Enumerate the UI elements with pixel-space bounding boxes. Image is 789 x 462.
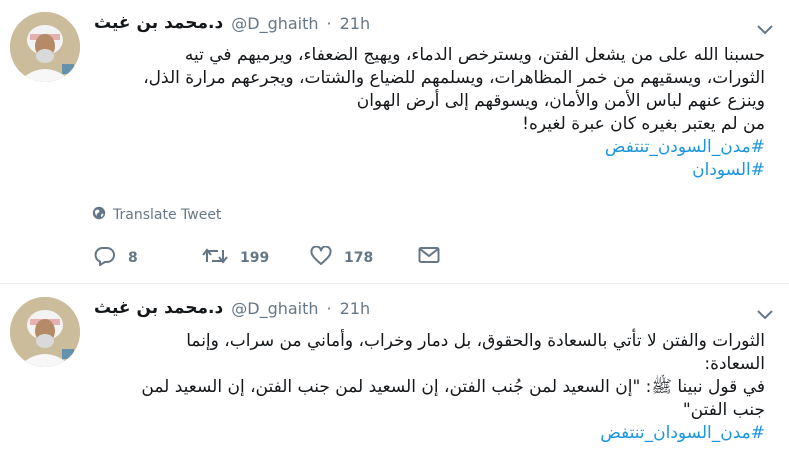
translate-tweet-link[interactable]: Translate Tweet [92, 206, 221, 224]
tweet-header: د.محمد بن غيث @D_ghaith · 21h [94, 298, 370, 318]
avatar[interactable] [10, 12, 80, 82]
tweet-text-line: من لم يعتبر بغيره كان عبرة لغيره! [522, 114, 765, 134]
tweet-text: حسبنا الله على من يشعل الفتن، ويسترخص ال… [92, 44, 765, 182]
hashtag-link[interactable]: #السودان [92, 159, 765, 182]
tweet-text-line: وينزع عنهم لباس الأمن والأمان، ويسوقهم إ… [356, 91, 765, 111]
tweet-text: الثورات والفتن لا تأتي بالسعادة والحقوق،… [92, 330, 765, 445]
avatar[interactable] [10, 297, 80, 367]
hashtag-link[interactable]: #مدن_السودان_تنتفض [92, 422, 765, 445]
globe-icon [92, 206, 106, 224]
like-button[interactable]: 178 [310, 245, 374, 270]
tweet-text-line: الثورات، ويسقيهم من خمر المظاهرات، ويسلم… [143, 68, 765, 88]
separator-dot: · [326, 13, 332, 33]
chevron-down-icon[interactable] [757, 20, 773, 35]
tweet[interactable]: د.محمد بن غيث @D_ghaith · 21h الثورات وا… [0, 285, 789, 462]
retweet-icon [202, 246, 228, 270]
author-name[interactable]: د.محمد بن غيث [94, 13, 223, 33]
author-handle[interactable]: @D_ghaith [231, 14, 318, 33]
timestamp[interactable]: 21h [340, 14, 371, 33]
tweet-text-line: السعادة: [704, 354, 765, 374]
tweet-actions: 8 199 178 [94, 245, 454, 270]
separator-dot: · [326, 298, 332, 318]
tweet-header: د.محمد بن غيث @D_ghaith · 21h [94, 13, 370, 33]
tweet-text-line: في قول نبينا ﷺ: "إن السعيد لمن جُنب الفت… [141, 377, 765, 397]
retweet-count: 199 [240, 250, 270, 266]
direct-message-button[interactable] [418, 246, 440, 268]
avatar-image [10, 297, 80, 367]
translate-label: Translate Tweet [113, 207, 222, 223]
chevron-down-icon[interactable] [757, 305, 773, 320]
reply-count: 8 [128, 250, 138, 266]
like-count: 178 [344, 250, 374, 266]
tweet-feed: د.محمد بن غيث @D_ghaith · 21h حسبنا الله… [0, 0, 789, 462]
envelope-icon [418, 246, 440, 268]
reply-button[interactable]: 8 [94, 246, 138, 270]
timestamp[interactable]: 21h [340, 299, 371, 318]
author-handle[interactable]: @D_ghaith [231, 299, 318, 318]
hashtag-link[interactable]: #مدن_السودن_تنتفض [92, 136, 765, 159]
tweet-text-line: جنب الفتن" [682, 400, 765, 420]
tweet-text-line: حسبنا الله على من يشعل الفتن، ويسترخص ال… [184, 45, 765, 65]
avatar-image [10, 12, 80, 82]
author-name[interactable]: د.محمد بن غيث [94, 298, 223, 318]
tweet-text-line: الثورات والفتن لا تأتي بالسعادة والحقوق،… [186, 331, 765, 351]
reply-icon [94, 246, 116, 270]
retweet-button[interactable]: 199 [202, 246, 269, 270]
tweet[interactable]: د.محمد بن غيث @D_ghaith · 21h حسبنا الله… [0, 0, 789, 284]
heart-icon [310, 245, 332, 270]
